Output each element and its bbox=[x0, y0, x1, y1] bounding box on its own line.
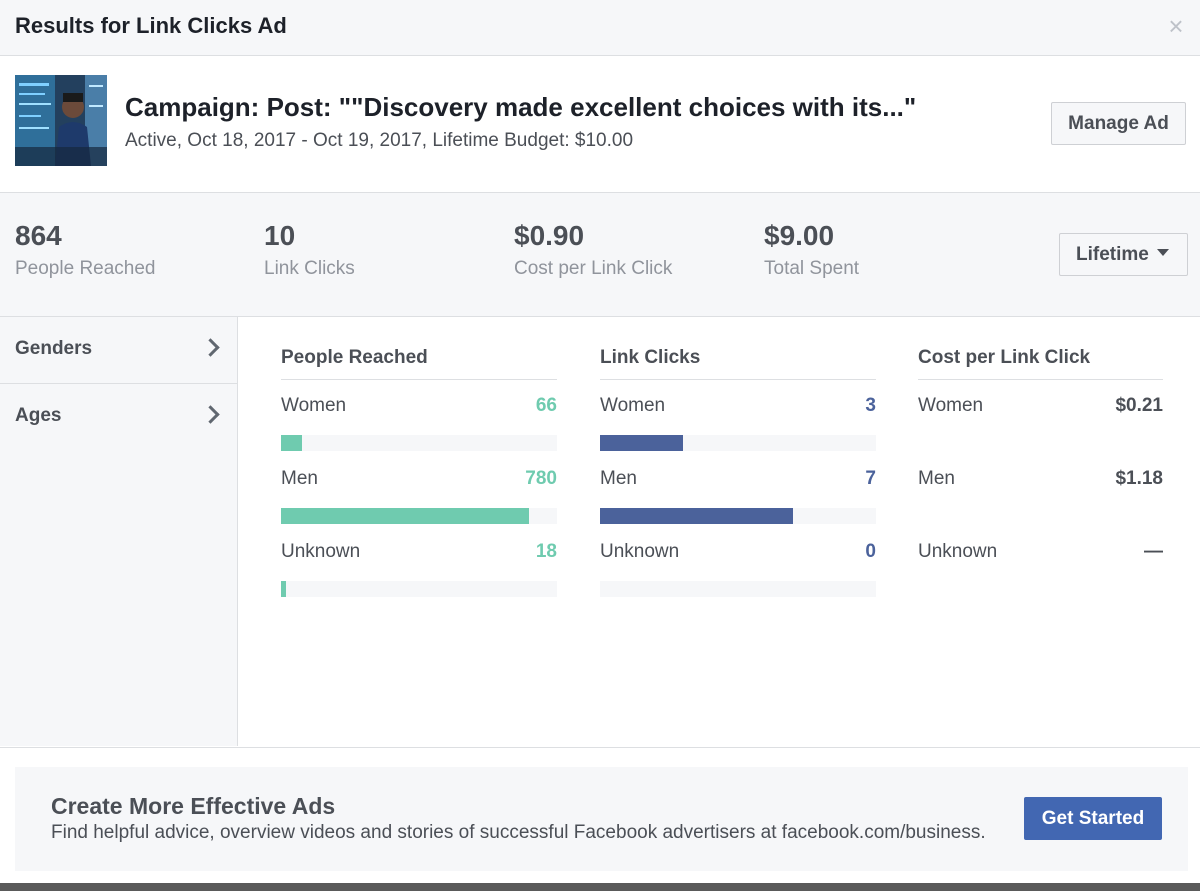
row-label: Women bbox=[600, 395, 666, 416]
breakdown-row-unknown: Unknown 18 bbox=[281, 526, 557, 599]
stat-label: Link Clicks bbox=[264, 258, 355, 279]
bar-fill bbox=[281, 581, 286, 597]
ad-summary: Campaign: Post: ""Discovery made excelle… bbox=[0, 56, 1200, 193]
row-value: 66 bbox=[535, 395, 557, 416]
breakdown-row-women: Women 3 bbox=[600, 380, 876, 453]
column-header: Cost per Link Click bbox=[918, 347, 1163, 380]
breakdown-row-men: Men 7 bbox=[600, 453, 876, 526]
row-label: Men bbox=[600, 468, 637, 489]
stat-total-spent: $9.00 Total Spent bbox=[764, 220, 859, 280]
breakdown-row-unknown: Unknown — bbox=[918, 526, 1163, 599]
bar-fill bbox=[281, 508, 530, 524]
row-label: Unknown bbox=[918, 541, 998, 562]
bar-fill bbox=[600, 435, 683, 451]
breakdown-sidebar: Genders Ages bbox=[0, 317, 238, 746]
column-cost-per-link-click: Cost per Link Click Women $0.21 Men $1.1… bbox=[918, 347, 1163, 599]
row-label: Women bbox=[281, 395, 347, 416]
row-value: 780 bbox=[525, 468, 557, 489]
row-value: — bbox=[1144, 541, 1163, 562]
row-label: Men bbox=[281, 468, 318, 489]
manage-ad-button[interactable]: Manage Ad bbox=[1051, 102, 1186, 145]
close-icon[interactable]: × bbox=[1164, 12, 1188, 40]
stat-cost-per-link-click: $0.90 Cost per Link Click bbox=[514, 220, 672, 280]
bar-fill bbox=[600, 508, 794, 524]
dialog-footer: Create More Effective Ads Find helpful a… bbox=[0, 747, 1200, 892]
bar-track bbox=[600, 435, 876, 451]
chevron-right-icon bbox=[201, 338, 220, 357]
bar-track bbox=[281, 581, 557, 597]
row-label: Women bbox=[918, 395, 984, 416]
stat-link-clicks: 10 Link Clicks bbox=[264, 220, 355, 280]
breakdown-row-men: Men 780 bbox=[281, 453, 557, 526]
row-value: 18 bbox=[535, 541, 557, 562]
breakdown-row-unknown: Unknown 0 bbox=[600, 526, 876, 599]
row-value: $0.21 bbox=[1115, 395, 1163, 416]
stat-label: Total Spent bbox=[764, 258, 860, 279]
stat-label: People Reached bbox=[15, 258, 156, 279]
campaign-title: Campaign: Post: ""Discovery made excelle… bbox=[125, 92, 917, 122]
promo-title: Create More Effective Ads bbox=[51, 793, 336, 819]
sidebar-item-label: Genders bbox=[15, 338, 93, 359]
row-label: Men bbox=[918, 468, 955, 489]
sidebar-item-label: Ages bbox=[15, 405, 62, 426]
background-page-strip bbox=[0, 883, 1200, 891]
bar-track bbox=[281, 435, 557, 451]
promo-text: Find helpful advice, overview videos and… bbox=[51, 822, 986, 843]
column-link-clicks: Link Clicks Women 3 Men 7 Unknown 0 bbox=[600, 347, 876, 599]
breakdown-row-men: Men $1.18 bbox=[918, 453, 1163, 526]
campaign-status: Active, Oct 18, 2017 - Oct 19, 2017, Lif… bbox=[125, 130, 634, 151]
column-header: People Reached bbox=[281, 347, 557, 380]
row-label: Unknown bbox=[281, 541, 361, 562]
stat-value: 10 bbox=[264, 220, 296, 251]
breakdown-row-women: Women 66 bbox=[281, 380, 557, 453]
row-value: 0 bbox=[865, 541, 876, 562]
stat-value: $9.00 bbox=[764, 220, 835, 251]
dialog-title: Results for Link Clicks Ad bbox=[15, 13, 287, 38]
stat-label: Cost per Link Click bbox=[514, 258, 673, 279]
row-label: Unknown bbox=[600, 541, 680, 562]
stat-value: 864 bbox=[15, 220, 62, 251]
row-value: 3 bbox=[865, 395, 876, 416]
chevron-right-icon bbox=[201, 405, 220, 424]
row-value: 7 bbox=[865, 468, 876, 489]
bar-track bbox=[600, 508, 876, 524]
dialog-header: Results for Link Clicks Ad × bbox=[0, 0, 1200, 56]
gender-breakdown: People Reached Women 66 Men 780 Unknown … bbox=[238, 317, 1200, 746]
promo-banner: Create More Effective Ads Find helpful a… bbox=[15, 767, 1188, 871]
sidebar-item-genders[interactable]: Genders bbox=[0, 317, 237, 384]
row-value: $1.18 bbox=[1115, 468, 1163, 489]
caret-down-icon bbox=[1156, 248, 1169, 256]
column-people-reached: People Reached Women 66 Men 780 Unknown … bbox=[281, 347, 557, 599]
ad-thumbnail-image bbox=[15, 75, 107, 166]
stat-people-reached: 864 People Reached bbox=[15, 220, 156, 280]
column-header: Link Clicks bbox=[600, 347, 876, 380]
period-dropdown-label: Lifetime bbox=[1076, 243, 1149, 265]
bar-track bbox=[600, 581, 876, 597]
breakdown-row-women: Women $0.21 bbox=[918, 380, 1163, 453]
summary-stats: 864 People Reached 10 Link Clicks $0.90 … bbox=[0, 193, 1200, 317]
bar-fill bbox=[281, 435, 302, 451]
ad-thumbnail bbox=[15, 75, 107, 166]
stat-value: $0.90 bbox=[514, 220, 585, 251]
sidebar-item-ages[interactable]: Ages bbox=[0, 384, 237, 450]
get-started-button[interactable]: Get Started bbox=[1024, 797, 1162, 840]
bar-track bbox=[281, 508, 557, 524]
period-dropdown[interactable]: Lifetime bbox=[1059, 233, 1188, 276]
